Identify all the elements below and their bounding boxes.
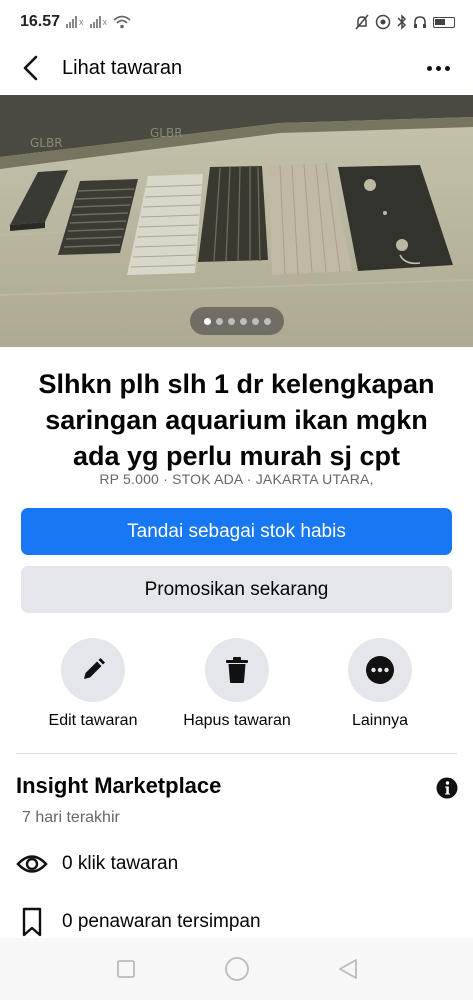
- page-title: Lihat tawaran: [62, 56, 183, 79]
- signal-2-x: x: [102, 17, 108, 27]
- pencil-icon: [84, 658, 105, 679]
- listing-actions: Edit tawaran Hapus tawaran Lainnya: [0, 638, 473, 738]
- bluetooth-icon: [397, 14, 407, 30]
- back-icon: [338, 959, 357, 979]
- back-arrow-icon: [23, 55, 38, 81]
- wifi-icon: [113, 15, 131, 29]
- system-nav-bar: [0, 938, 473, 1000]
- stat-saves-label: 0 penawaran tersimpan: [62, 911, 261, 932]
- signal-icon: [66, 16, 78, 28]
- home-button[interactable]: [223, 955, 251, 983]
- promote-button[interactable]: Promosikan sekarang: [21, 566, 452, 613]
- recents-button[interactable]: [112, 955, 140, 983]
- edit-listing-action[interactable]: Edit tawaran: [13, 638, 173, 730]
- headset-icon: [414, 16, 426, 28]
- photo-pagination[interactable]: [190, 307, 284, 335]
- divider: [16, 753, 457, 754]
- mute-icon: [355, 14, 369, 30]
- more-options-icon: [426, 65, 432, 71]
- status-right: [355, 14, 455, 30]
- location-icon: [375, 14, 391, 30]
- edit-listing-button[interactable]: [61, 638, 125, 702]
- more-options-button[interactable]: [421, 56, 455, 80]
- listing-title: Slhkn plh slh 1 dr kelengkapan saringan …: [38, 369, 435, 471]
- pagination-dot[interactable]: [215, 317, 223, 325]
- mark-sold-out-button[interactable]: Tandai sebagai stok habis: [21, 508, 452, 555]
- pagination-dot[interactable]: [239, 317, 247, 325]
- svg-text:GLBR: GLBR: [30, 136, 63, 150]
- signal-1-x: x: [79, 17, 84, 27]
- status-time: 16.57: [20, 13, 61, 30]
- pagination-dot[interactable]: [263, 317, 271, 325]
- battery-icon: [433, 16, 455, 28]
- pagination-dot[interactable]: [251, 317, 259, 325]
- bookmark-icon: [16, 907, 48, 937]
- listing-meta: RP 5.000 · STOK ADA · JAKARTA UTARA,: [99, 471, 374, 487]
- delete-listing-action[interactable]: Hapus tawaran: [157, 638, 317, 730]
- trash-icon: [226, 657, 248, 683]
- svg-text:GLBR: GLBR: [150, 126, 183, 140]
- more-button[interactable]: [348, 638, 412, 702]
- stat-clicks-label: 0 klik tawaran: [62, 853, 179, 874]
- status-left: 16.57 x x: [20, 13, 131, 31]
- delete-listing-button[interactable]: [205, 638, 269, 702]
- insight-title: Insight Marketplace: [16, 773, 222, 798]
- app-bar: Lihat tawaran: [0, 44, 473, 92]
- pagination-dot[interactable]: [227, 317, 235, 325]
- home-icon: [224, 957, 249, 981]
- stat-saves: 0 penawaran tersimpan: [16, 907, 456, 937]
- stat-clicks: 0 klik tawaran: [16, 849, 456, 879]
- more-label: Lainnya: [351, 712, 409, 729]
- more-icon: [366, 656, 394, 684]
- recents-icon: [116, 960, 135, 978]
- back-button[interactable]: [0, 44, 60, 92]
- status-bar: 16.57 x x: [0, 0, 473, 44]
- edit-listing-label: Edit tawaran: [48, 712, 138, 729]
- pagination-dot[interactable]: [203, 317, 211, 325]
- insight-period: 7 hari terakhir: [22, 809, 120, 826]
- system-back-button[interactable]: [334, 955, 362, 983]
- more-action[interactable]: Lainnya: [300, 638, 460, 730]
- signal-icon: [89, 16, 101, 28]
- info-icon[interactable]: [436, 777, 458, 799]
- listing-photo[interactable]: GLBR GLBR: [0, 95, 473, 347]
- eye-icon: [16, 849, 48, 879]
- delete-listing-label: Hapus tawaran: [183, 712, 291, 729]
